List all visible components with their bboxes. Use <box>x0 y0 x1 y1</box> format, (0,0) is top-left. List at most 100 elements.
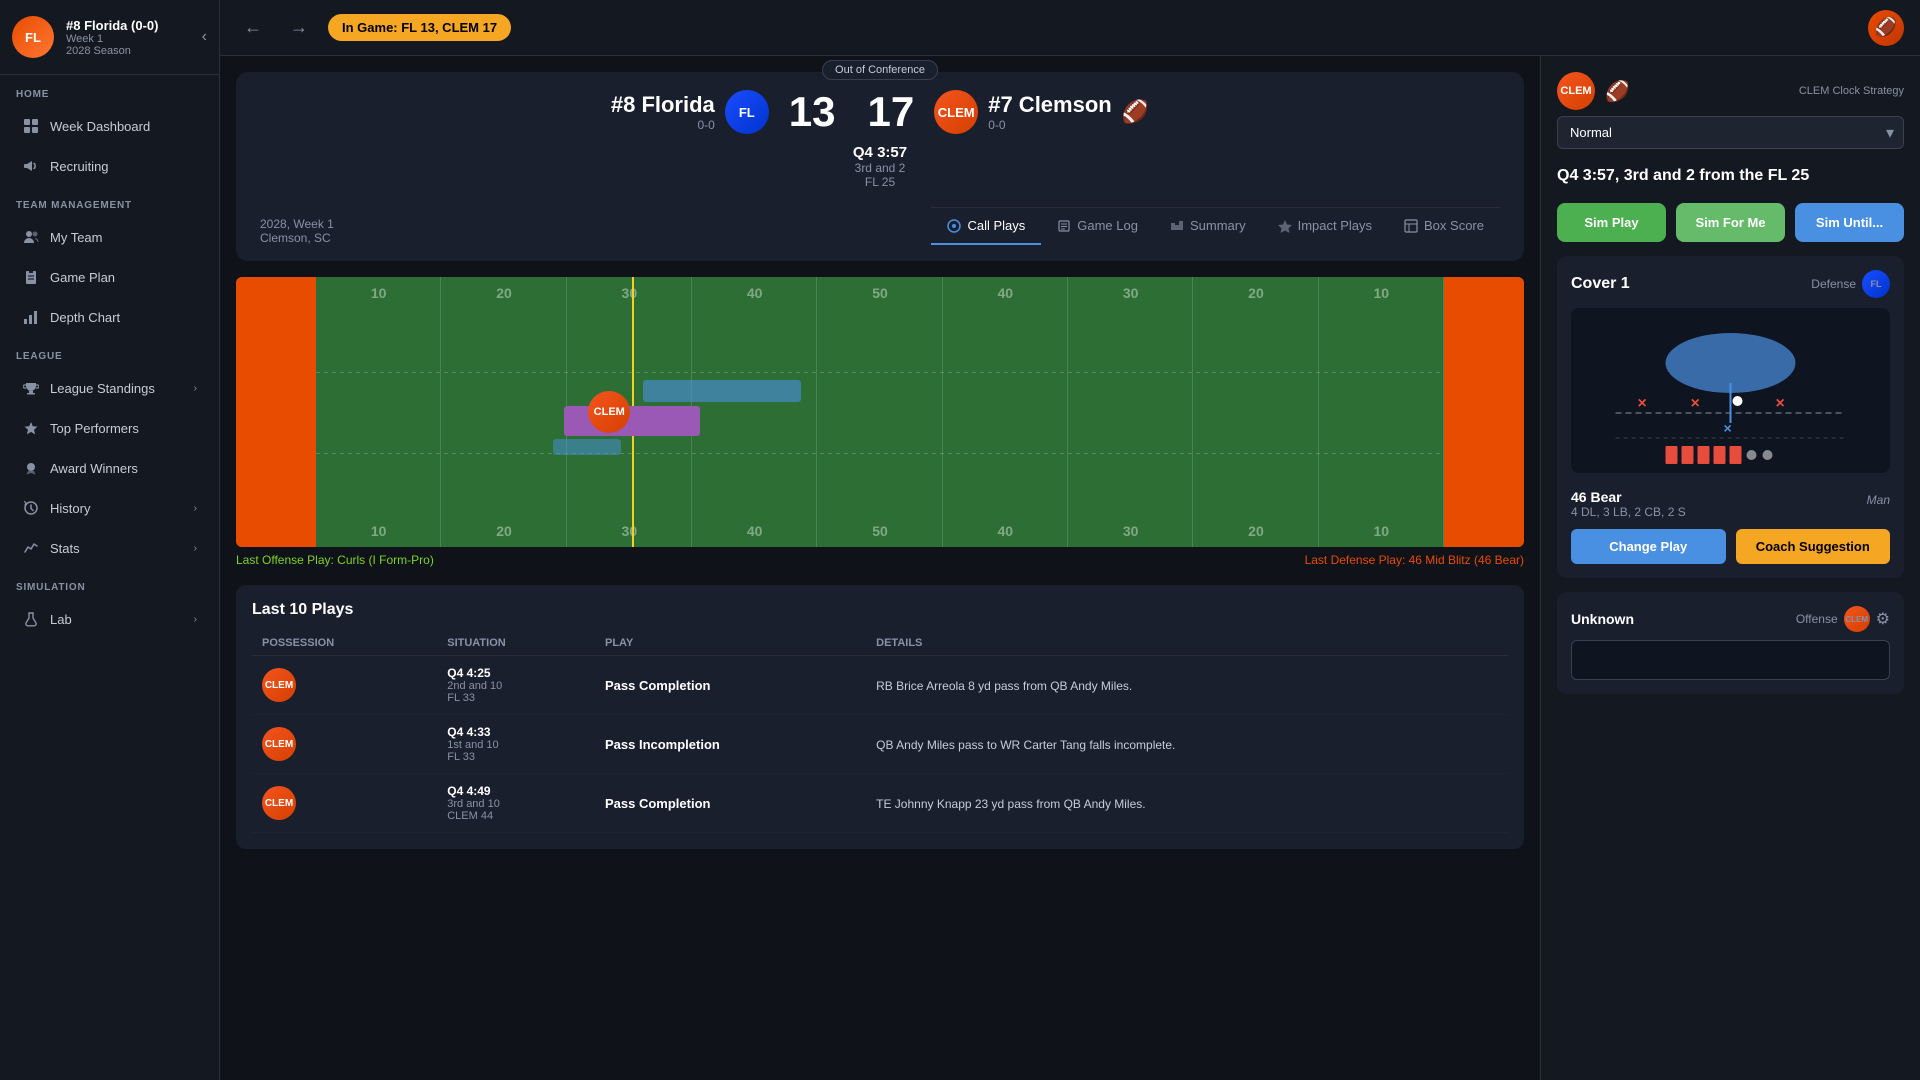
away-score: 17 <box>868 88 915 136</box>
away-team-name: #7 Clemson <box>988 92 1112 118</box>
situation-q: Q4 4:25 <box>447 666 585 680</box>
svg-text:×: × <box>1776 395 1785 412</box>
home-team-name-block: #8 Florida 0-0 <box>611 92 715 132</box>
svg-text:×: × <box>1724 420 1732 436</box>
sidebar-item-week-dashboard[interactable]: Week Dashboard <box>6 107 213 145</box>
sidebar-collapse-button[interactable]: ‹ <box>202 28 207 46</box>
sidebar-item-history[interactable]: History › <box>6 489 213 527</box>
action-buttons: Sim Play Sim For Me Sim Until... <box>1557 203 1904 242</box>
away-team-name-block: #7 Clemson 0-0 <box>988 92 1112 132</box>
table-row: CLEM Q4 4:25 2nd and 10 FL 33 Pass Compl… <box>252 656 1508 715</box>
play-type: Pass Incompletion <box>605 737 720 752</box>
sidebar-item-label: History <box>50 501 184 516</box>
sidebar-item-lab[interactable]: Lab › <box>6 600 213 638</box>
sidebar-item-league-standings[interactable]: League Standings › <box>6 369 213 407</box>
team-badge: CLEM <box>262 727 296 761</box>
home-team-name: #8 Florida <box>611 92 715 118</box>
offense-label: Offense <box>1796 612 1838 626</box>
svg-text:×: × <box>1638 395 1647 412</box>
sidebar-item-game-plan[interactable]: Game Plan <box>6 258 213 296</box>
tab-impact-plays[interactable]: Impact Plays <box>1262 208 1388 245</box>
sidebar-item-label: Week Dashboard <box>50 119 197 134</box>
defense-formation: 4 DL, 3 LB, 2 CB, 2 S <box>1571 505 1686 519</box>
lab-icon <box>22 610 40 628</box>
out-of-conference-badge: Out of Conference <box>822 60 938 80</box>
col-play: Play <box>595 631 866 656</box>
sim-for-me-button[interactable]: Sim For Me <box>1676 203 1785 242</box>
football-icon: 🏈 <box>1868 10 1904 46</box>
game-center: Out of Conference #8 Florida 0-0 FL 13 1… <box>220 56 1540 1080</box>
sidebar-item-recruiting[interactable]: Recruiting <box>6 147 213 185</box>
defense-name: 46 Bear <box>1571 489 1686 505</box>
fl-badge-sm: FL <box>1862 270 1890 298</box>
play-details: TE Johnny Knapp 23 yd pass from QB Andy … <box>876 797 1145 811</box>
play-select-box[interactable] <box>1571 640 1890 680</box>
grid-icon <box>22 117 40 135</box>
endzone-left <box>236 277 316 547</box>
svg-text:×: × <box>1691 395 1700 412</box>
col-situation: Situation <box>437 631 595 656</box>
defense-formation-block2 <box>553 439 621 455</box>
coach-suggestion-button[interactable]: Coach Suggestion <box>1736 529 1891 564</box>
sim-play-button[interactable]: Sim Play <box>1557 203 1666 242</box>
chevron-right-icon: › <box>194 543 197 554</box>
sidebar-item-depth-chart[interactable]: Depth Chart <box>6 298 213 336</box>
home-team-block: #8 Florida 0-0 FL <box>611 90 769 134</box>
sidebar-item-label: Depth Chart <box>50 310 197 325</box>
clock-strategy-header: CLEM 🏈 CLEM Clock Strategy <box>1557 72 1904 110</box>
team-badge: CLEM <box>262 668 296 702</box>
main-content: ← → In Game: FL 13, CLEM 17 🏈 Out of Con… <box>220 0 1920 1080</box>
sidebar-section-sim: SIMULATION <box>0 568 219 599</box>
forward-button[interactable]: → <box>282 13 316 42</box>
situation-pos: CLEM 44 <box>447 810 585 822</box>
possession-football-icon: 🏈 <box>1122 99 1149 125</box>
game-situation: 3rd and 2 <box>260 161 1500 175</box>
defense-title: Cover 1 <box>1571 275 1630 293</box>
plays-title: Last 10 Plays <box>252 601 1508 619</box>
chevron-right-icon: › <box>194 503 197 514</box>
situation-q: Q4 4:33 <box>447 725 585 739</box>
change-play-button[interactable]: Change Play <box>1571 529 1726 564</box>
chart-icon <box>22 308 40 326</box>
football-icon-med: 🏈 <box>1605 79 1630 104</box>
stats-icon <box>22 539 40 557</box>
offense-badge-row: Offense CLEM ⚙ <box>1796 606 1890 632</box>
history-icon <box>22 499 40 517</box>
away-team-logo: CLEM <box>934 90 978 134</box>
sim-until-button[interactable]: Sim Until... <box>1795 203 1904 242</box>
sidebar-item-my-team[interactable]: My Team <box>6 218 213 256</box>
table-row: CLEM Q4 4:33 1st and 10 FL 33 Pass Incom… <box>252 715 1508 774</box>
game-tabs: Call Plays Game Log Summary Impact <box>931 207 1500 245</box>
situation-down: 3rd and 10 <box>447 798 585 810</box>
scoreboard: Out of Conference #8 Florida 0-0 FL 13 1… <box>236 72 1524 261</box>
situation-down: 1st and 10 <box>447 739 585 751</box>
clock-strategy-select[interactable]: Normal Hurry Up Bleed Clock <box>1557 116 1904 149</box>
sidebar-item-award-winners[interactable]: Award Winners <box>6 449 213 487</box>
gear-icon[interactable]: ⚙ <box>1876 609 1890 629</box>
score-numbers: 13 17 <box>789 88 914 136</box>
sidebar-section-league: LEAGUE <box>0 337 219 368</box>
tab-summary[interactable]: Summary <box>1154 208 1262 245</box>
game-status-badge: In Game: FL 13, CLEM 17 <box>328 14 511 41</box>
star-icon <box>22 419 40 437</box>
sidebar-section-home: HOME <box>0 75 219 106</box>
defense-man-label: Man <box>1867 493 1890 507</box>
clipboard-icon <box>22 268 40 286</box>
play-type: Pass Completion <box>605 796 710 811</box>
sidebar-item-stats[interactable]: Stats › <box>6 529 213 567</box>
sidebar-item-top-performers[interactable]: Top Performers <box>6 409 213 447</box>
defense-header: Cover 1 Defense FL <box>1571 270 1890 298</box>
tab-box-score[interactable]: Box Score <box>1388 208 1500 245</box>
tab-call-plays[interactable]: Call Plays <box>931 208 1041 245</box>
defense-action-row: Change Play Coach Suggestion <box>1571 529 1890 564</box>
sidebar-item-label: Award Winners <box>50 461 197 476</box>
sidebar-item-label: Recruiting <box>50 159 197 174</box>
back-button[interactable]: ← <box>236 13 270 42</box>
tab-game-log[interactable]: Game Log <box>1041 208 1154 245</box>
football-field: 10 20 30 40 50 40 30 20 10 10 20 <box>236 277 1524 547</box>
home-score: 13 <box>789 88 836 136</box>
home-team-logo: FL <box>725 90 769 134</box>
megaphone-icon <box>22 157 40 175</box>
defense-formation-block <box>643 380 801 402</box>
defense-label: Defense <box>1811 277 1856 291</box>
